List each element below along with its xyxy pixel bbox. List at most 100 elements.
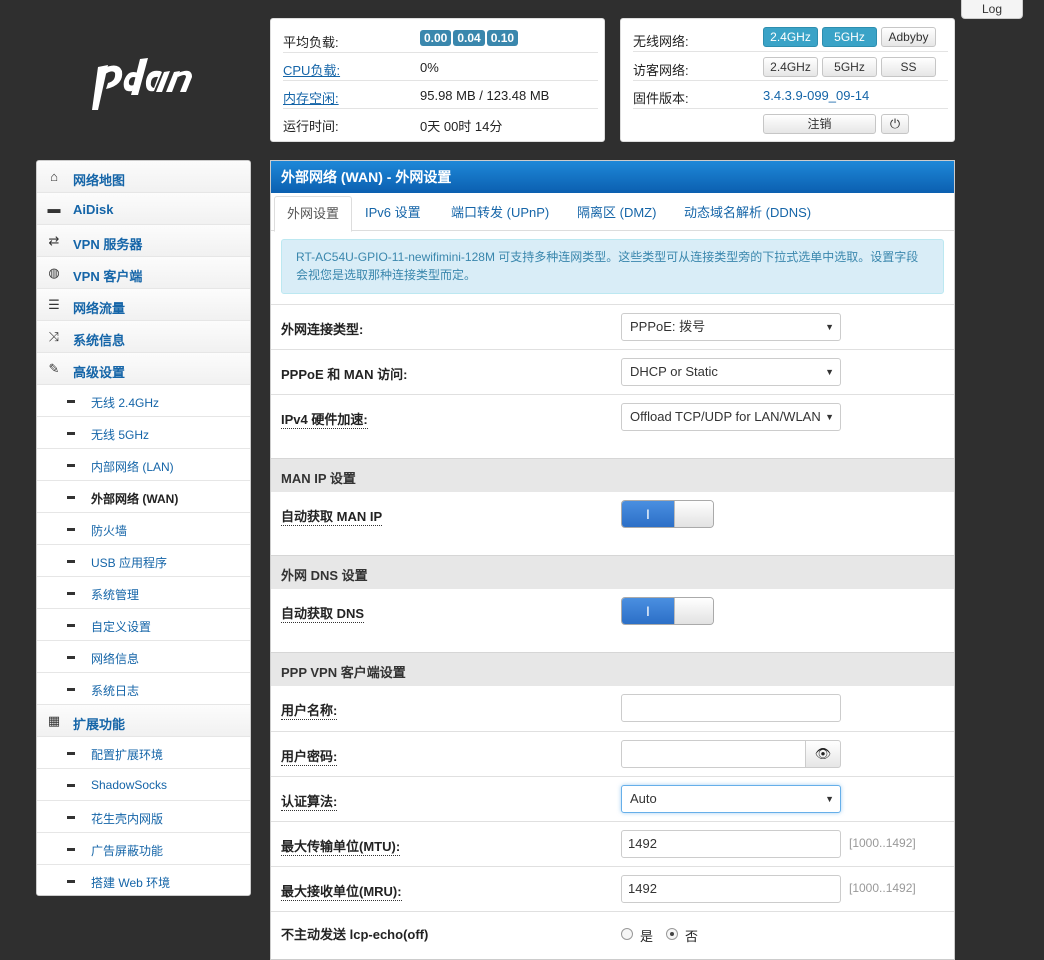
sidebar-subitem-label: 外部网络 (WAN) bbox=[91, 492, 179, 506]
sidebar-subitem[interactable]: 外部网络 (WAN) bbox=[37, 481, 250, 513]
uptime-value: 0天 00时 14分 bbox=[420, 119, 503, 134]
sidebar-subitem[interactable]: ShadowSocks bbox=[37, 769, 250, 801]
mru-hint: [1000..1492] bbox=[849, 881, 916, 895]
wifi-24-button[interactable]: 2.4GHz bbox=[763, 27, 818, 47]
sidebar-subitem[interactable]: 搭建 Web 环境 bbox=[37, 865, 250, 895]
brand-logo bbox=[88, 55, 208, 115]
sidebar-subitem-label: 系统管理 bbox=[91, 588, 140, 602]
mru-input[interactable]: 1492 bbox=[621, 875, 841, 903]
mru-row: 最大接收单位(MRU): 1492 [1000..1492] bbox=[271, 866, 954, 911]
tab-ipv6[interactable]: IPv6 设置 bbox=[363, 196, 423, 232]
cpu-value: 0% bbox=[420, 60, 439, 75]
username-row: 用户名称: bbox=[271, 686, 954, 731]
sidebar-item[interactable]: ◍ VPN 客户端 bbox=[37, 257, 250, 289]
lcp-no-label: 否 bbox=[685, 929, 699, 944]
password-input[interactable] bbox=[621, 740, 806, 768]
mem-row: 内存空闲: 95.98 MB / 123.48 MB bbox=[283, 81, 598, 109]
dash-icon bbox=[67, 496, 75, 499]
ss-button[interactable]: SS bbox=[881, 57, 936, 77]
dash-icon bbox=[67, 400, 75, 403]
sidebar-subitem[interactable]: 系统管理 bbox=[37, 577, 250, 609]
hw-accel-select[interactable]: Offload TCP/UDP for LAN/WLAN ▼ bbox=[621, 403, 841, 431]
fw-row: 固件版本: 3.4.3.9-099_09-14 bbox=[633, 81, 948, 109]
man-access-label: PPPoE 和 MAN 访问: bbox=[281, 367, 408, 382]
sidebar-subitem[interactable]: 自定义设置 bbox=[37, 609, 250, 641]
cpu-link[interactable]: CPU负载: bbox=[283, 60, 340, 79]
sidebar-subitem-label: 内部网络 (LAN) bbox=[91, 460, 174, 474]
man-access-row: PPPoE 和 MAN 访问: DHCP or Static ▼ bbox=[271, 349, 954, 394]
sidebar-item[interactable]: ☰ 网络流量 bbox=[37, 289, 250, 321]
adbyby-button[interactable]: Adbyby bbox=[881, 27, 936, 47]
auth-select[interactable]: Auto ▼ bbox=[621, 785, 841, 813]
sidebar-subitem-label: 系统日志 bbox=[91, 684, 140, 698]
power-icon[interactable]: ⏻ bbox=[881, 114, 909, 134]
username-input[interactable] bbox=[621, 694, 841, 722]
sidebar-subitem[interactable]: 无线 5GHz bbox=[37, 417, 250, 449]
sidebar-subitem-label: 配置扩展环境 bbox=[91, 748, 164, 762]
retweet-icon: ⇄ bbox=[48, 233, 60, 248]
logout-button[interactable]: 注销 bbox=[763, 114, 876, 134]
sidebar-subitem[interactable]: 广告屏蔽功能 bbox=[37, 833, 250, 865]
auto-ip-toggle[interactable]: I bbox=[621, 500, 714, 528]
mtu-input[interactable]: 1492 bbox=[621, 830, 841, 858]
sidebar-subitem[interactable]: 系统日志 bbox=[37, 673, 250, 705]
wifi-5-button[interactable]: 5GHz bbox=[822, 27, 877, 47]
hw-accel-label: IPv4 硬件加速: bbox=[281, 409, 368, 429]
guest-5-button[interactable]: 5GHz bbox=[822, 57, 877, 77]
tab-upnp[interactable]: 端口转发 (UPnP) bbox=[449, 196, 551, 232]
fw-label: 固件版本: bbox=[633, 91, 689, 106]
sidebar-item-label: 高级设置 bbox=[73, 365, 126, 380]
lcp-label: 不主动发送 lcp-echo(off) bbox=[281, 927, 429, 942]
sidebar-item-label: AiDisk bbox=[73, 202, 114, 217]
tab-wan[interactable]: 外网设置 bbox=[274, 196, 353, 232]
mem-link[interactable]: 内存空闲: bbox=[283, 88, 339, 107]
sidebar-subitem-label: 防火墙 bbox=[91, 524, 128, 538]
sidebar-subitem-label: 无线 2.4GHz bbox=[91, 396, 160, 410]
sidebar-item[interactable]: ▦ 扩展功能 bbox=[37, 705, 250, 737]
dash-icon bbox=[67, 528, 75, 531]
page-title: 外部网络 (WAN) - 外网设置 bbox=[271, 161, 954, 193]
sidebar-item[interactable]: ✎ 高级设置 bbox=[37, 353, 250, 385]
load-5min-badge: 0.04 bbox=[453, 30, 485, 46]
status-panel: 平均负载: 0.00 0.04 0.10 CPU负载: 0% 内存空闲: 95.98… bbox=[270, 18, 605, 142]
dash-icon bbox=[67, 656, 75, 659]
mru-label: 最大接收单位(MRU): bbox=[281, 881, 402, 901]
wan-type-select[interactable]: PPPoE: 拨号 ▼ bbox=[621, 313, 841, 341]
sidebar-subitem-label: 搭建 Web 环境 bbox=[91, 876, 171, 890]
sidebar-subitem[interactable]: 防火墙 bbox=[37, 513, 250, 545]
fw-version-link[interactable]: 3.4.3.9-099_09-14 bbox=[763, 88, 869, 103]
dash-icon bbox=[67, 816, 75, 819]
sidebar-subitem[interactable]: 网络信息 bbox=[37, 641, 250, 673]
sidebar-subitem[interactable]: USB 应用程序 bbox=[37, 545, 250, 577]
sidebar-subitem[interactable]: 无线 2.4GHz bbox=[37, 385, 250, 417]
disk-icon: ▬ bbox=[47, 201, 61, 216]
sidebar-subitem[interactable]: 花生壳内网版 bbox=[37, 801, 250, 833]
lcp-no-radio[interactable] bbox=[666, 928, 678, 940]
chevron-down-icon: ▼ bbox=[822, 404, 834, 430]
tab-bar: 外网设置 IPv6 设置 端口转发 (UPnP) 隔离区 (DMZ) 动态域名解… bbox=[271, 193, 954, 232]
sidebar-item[interactable]: ⇄ VPN 服务器 bbox=[37, 225, 250, 257]
password-row: 用户密码: 👁 bbox=[271, 731, 954, 776]
sidebar-subitem[interactable]: 内部网络 (LAN) bbox=[37, 449, 250, 481]
dash-icon bbox=[67, 464, 75, 467]
sidebar-item[interactable]: ⤨ 系统信息 bbox=[37, 321, 250, 353]
tab-dmz[interactable]: 隔离区 (DMZ) bbox=[575, 196, 658, 232]
eye-icon[interactable]: 👁 bbox=[805, 740, 841, 768]
sidebar-item[interactable]: ⌂ 网络地图 bbox=[37, 161, 250, 193]
dash-icon bbox=[67, 880, 75, 883]
man-access-select[interactable]: DHCP or Static ▼ bbox=[621, 358, 841, 386]
sidebar-subitem-label: 无线 5GHz bbox=[91, 428, 150, 442]
section-wan-dns: 外网 DNS 设置 bbox=[271, 555, 954, 589]
dash-icon bbox=[67, 624, 75, 627]
log-button[interactable]: Log bbox=[961, 0, 1023, 19]
sidebar-subitem[interactable]: 配置扩展环境 bbox=[37, 737, 250, 769]
auto-dns-label: 自动获取 DNS bbox=[281, 603, 365, 623]
guest-24-button[interactable]: 2.4GHz bbox=[763, 57, 818, 77]
tab-ddns[interactable]: 动态域名解析 (DDNS) bbox=[682, 196, 813, 232]
lcp-yes-label: 是 bbox=[640, 929, 654, 944]
lcp-yes-radio[interactable] bbox=[621, 928, 633, 940]
sidebar-item[interactable]: ▬ AiDisk bbox=[37, 193, 250, 225]
auto-dns-toggle[interactable]: I bbox=[621, 597, 714, 625]
lcp-row: 不主动发送 lcp-echo(off) 是 否 bbox=[271, 911, 954, 951]
home-icon: ⌂ bbox=[50, 169, 58, 184]
